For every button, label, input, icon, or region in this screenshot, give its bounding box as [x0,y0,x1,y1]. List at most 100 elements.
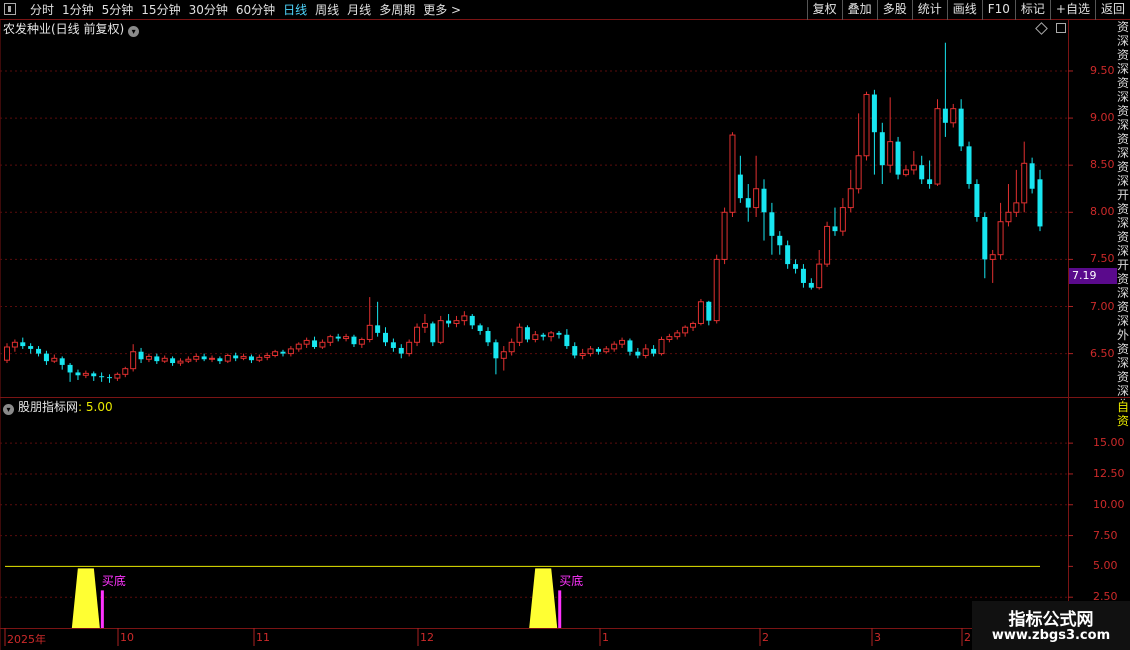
candle-body [958,108,964,147]
candle-body [1021,162,1028,204]
candle-body [516,326,523,343]
candle-body [437,320,444,343]
indicator-axis-label: 7.50 [1093,528,1118,542]
candle-body [1005,211,1012,223]
candle-body [950,108,957,124]
candle-body [847,188,854,209]
candle-body [421,322,428,328]
candle-body [91,373,97,377]
candle-body [256,356,263,361]
candle-body [769,212,775,236]
candle-body [248,356,254,361]
price-chart[interactable] [0,0,1130,650]
candle-body [793,264,799,269]
candle-body [619,339,626,345]
candle-body [130,351,137,370]
candle-body [319,341,326,348]
candle-body [595,348,601,352]
time-axis-label: 2 [762,631,769,644]
candle-body [280,351,286,354]
buy-signal-label: 买底 [101,574,126,589]
candle-body [674,332,681,338]
candle-body [713,258,720,322]
candle-body [446,320,452,324]
candle-body [145,355,152,360]
candle-body [587,348,594,355]
candle-body [603,348,610,353]
indicator-name: 股朋指标网 [18,400,79,414]
current-price-tag: 7.19 [1069,268,1117,284]
candle-body [154,356,160,362]
candle-body [982,217,988,260]
price-axis-label: 9.00 [1090,111,1115,125]
candle-body [540,334,546,337]
candle-body [114,373,121,379]
candle-body [579,353,586,356]
candle-body [138,351,144,360]
candle-body [682,326,689,334]
candle-body [729,134,736,213]
candle-body [524,327,530,340]
price-axis-label: 8.50 [1090,158,1115,172]
candle-body [240,355,247,359]
candle-body [927,179,933,185]
candle-body [863,94,870,157]
candle-body [161,357,168,362]
candle-body [532,334,539,340]
candle-body [51,357,58,362]
candle-body [4,346,10,361]
candle-body [642,348,649,356]
candle-body [706,301,712,321]
candle-body [556,332,562,335]
indicator-header: ▾ 股朋指标网: 5.00 [3,399,113,415]
candle-body [611,343,618,350]
indicator-axis-label: 5.00 [1093,559,1118,573]
candle-body [193,355,200,360]
candle-body [295,343,302,350]
candle-body [28,346,34,349]
candle-body [477,325,483,331]
candle-body [366,324,373,340]
candle-body [390,342,396,348]
candle-body [201,356,207,360]
candle-body [430,323,436,343]
candle-body [548,332,555,338]
candle-body [303,339,310,345]
candle-body [508,341,515,353]
candle-body [753,188,760,209]
buy-signal-label: 买底 [559,574,584,589]
candle-body [887,141,894,166]
candle-body [335,336,341,339]
candle-body [910,164,917,171]
candle-body [406,341,413,355]
candle-body [997,221,1004,256]
candle-body [67,364,73,373]
candle-body [690,322,697,328]
candle-body [651,348,657,354]
candle-body [635,351,641,356]
watermark: 指标公式网 www.zbgs3.com [972,601,1130,650]
candle-body [272,351,279,356]
candle-body [658,338,665,355]
candle-body [966,146,972,185]
price-axis-label: 6.50 [1090,346,1115,360]
candle-body [264,354,271,358]
candle-body [327,336,334,343]
candle-body [177,360,184,364]
candle-body [398,347,404,354]
candle-body [1029,163,1035,189]
watermark-url: www.zbgs3.com [991,628,1111,643]
candle-body [99,376,105,378]
candle-body [785,245,791,265]
candle-body [697,301,704,324]
candle-body [564,334,570,347]
candle-body [312,340,318,348]
candle-body [493,342,499,359]
candle-body [107,377,113,379]
chevron-down-icon[interactable]: ▾ [3,404,14,415]
right-info-strip: 资深资深资深资深资深资深开资深资深开资深资深外资深资深收 [1117,20,1130,400]
signal-marker [100,590,104,628]
indicator-axis-label: 15.00 [1093,436,1125,450]
candle-body [855,155,862,190]
candle-body [122,368,129,375]
